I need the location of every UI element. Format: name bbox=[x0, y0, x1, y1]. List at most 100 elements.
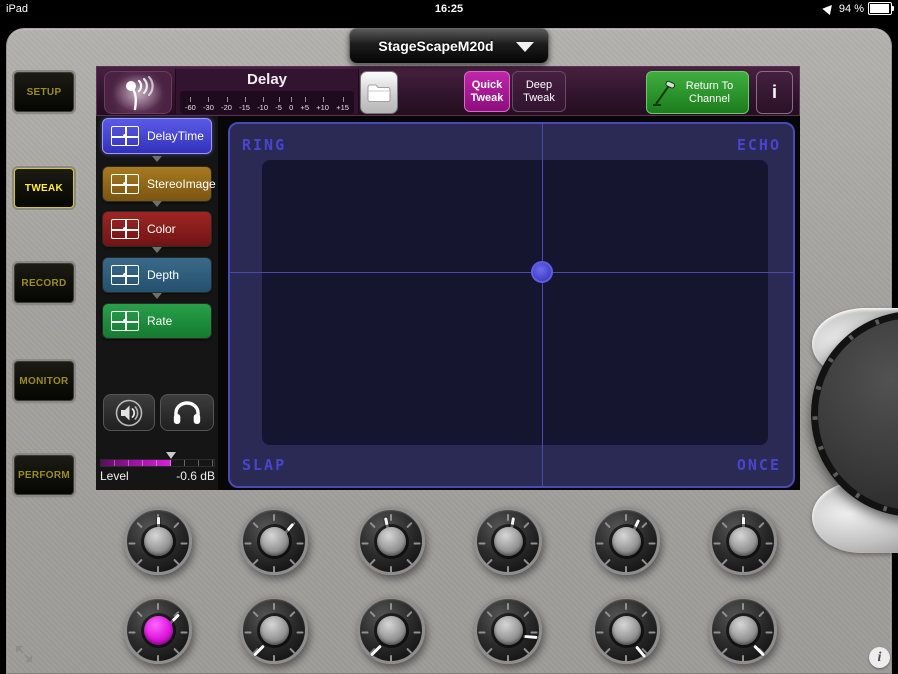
resize-arrows-icon[interactable] bbox=[13, 643, 35, 665]
knob-tick bbox=[390, 566, 392, 573]
pad-corner-slap: SLAP bbox=[242, 456, 286, 474]
knob-r1-c3[interactable] bbox=[357, 507, 425, 575]
folder-icon bbox=[367, 83, 391, 103]
knob-tick bbox=[742, 603, 744, 610]
knob-tick bbox=[245, 543, 252, 545]
param-button-color[interactable]: Color bbox=[102, 211, 212, 247]
scale-tick-label: 0 bbox=[289, 104, 293, 112]
knob-tick bbox=[297, 632, 304, 634]
knob-tick bbox=[479, 543, 486, 545]
knob-tick bbox=[714, 543, 721, 545]
knob-tick bbox=[597, 543, 604, 545]
knob-tick bbox=[721, 559, 727, 565]
param-label: Depth bbox=[147, 268, 179, 282]
knob-r1-c2[interactable] bbox=[240, 507, 308, 575]
preset-folder-button[interactable] bbox=[360, 71, 398, 114]
knob-tick bbox=[362, 543, 369, 545]
sidebar-item-tweak[interactable]: TWEAK bbox=[14, 168, 74, 208]
knob-r2-c5[interactable] bbox=[592, 596, 660, 664]
battery-icon bbox=[868, 2, 892, 15]
knob-cap bbox=[729, 616, 758, 645]
knob-tick bbox=[406, 559, 412, 565]
return-to-channel-button[interactable]: Return To Channel bbox=[646, 71, 749, 114]
knob-tick bbox=[369, 522, 375, 528]
knob-tick bbox=[507, 655, 509, 662]
param-button-delaytime[interactable]: DelayTime bbox=[102, 118, 212, 154]
knob-r2-c2[interactable] bbox=[240, 596, 308, 664]
knob-tick bbox=[523, 559, 529, 565]
knob-tick bbox=[721, 648, 727, 654]
param-button-stereoimage[interactable]: StereoImage bbox=[102, 166, 212, 202]
sidebar-item-setup[interactable]: SETUP bbox=[14, 72, 74, 112]
knob-tick bbox=[362, 632, 369, 634]
knob-tick bbox=[406, 611, 412, 617]
param-separator-arrow-icon bbox=[152, 247, 162, 253]
knob-tick bbox=[486, 611, 492, 617]
tab-quick-tweak[interactable]: Quick Tweak bbox=[464, 71, 510, 112]
knob-cap bbox=[260, 527, 289, 556]
knob-tick bbox=[641, 611, 647, 617]
param-label: Color bbox=[147, 222, 176, 236]
scale-tick-label: -10 bbox=[257, 104, 268, 112]
knob-r2-c3[interactable] bbox=[357, 596, 425, 664]
knob-tick bbox=[181, 632, 188, 634]
knob-r1-c4[interactable] bbox=[474, 507, 542, 575]
knob-tick bbox=[523, 522, 529, 528]
knob-tick bbox=[414, 543, 421, 545]
knob-tick bbox=[129, 632, 136, 634]
param-button-depth[interactable]: Depth bbox=[102, 257, 212, 293]
knob-tick bbox=[173, 648, 179, 654]
knob-r1-c6[interactable] bbox=[709, 507, 777, 575]
level-meter[interactable] bbox=[100, 459, 215, 467]
knob-r1-c5[interactable] bbox=[592, 507, 660, 575]
knob-tick bbox=[414, 632, 421, 634]
gain-scale: -60-30-20-15-10-50+5+10+15 bbox=[180, 91, 354, 114]
scale-tick-label: +15 bbox=[336, 104, 349, 112]
effect-title: Delay bbox=[176, 71, 358, 88]
sidebar-item-perform[interactable]: PERFORM bbox=[14, 455, 74, 495]
location-arrow-icon bbox=[822, 2, 835, 15]
knob-tick bbox=[641, 522, 647, 528]
xy-tweak-pad[interactable]: RING ECHO SLAP ONCE bbox=[228, 122, 795, 488]
device-selector-dropdown[interactable]: StageScapeM20d bbox=[349, 28, 549, 64]
headphones-button[interactable] bbox=[160, 394, 214, 431]
knob-tick bbox=[406, 648, 412, 654]
knob-tick bbox=[245, 632, 252, 634]
level-marker[interactable] bbox=[166, 452, 176, 459]
knob-r2-c6[interactable] bbox=[709, 596, 777, 664]
knob-tick bbox=[129, 543, 136, 545]
knob-tick bbox=[523, 611, 529, 617]
toolbar-info-button[interactable]: i bbox=[756, 71, 793, 114]
battery-percent: 94 % bbox=[839, 3, 864, 15]
knob-tick bbox=[714, 632, 721, 634]
knob-tick bbox=[181, 543, 188, 545]
knob-tick bbox=[369, 559, 375, 565]
knob-tick bbox=[625, 566, 627, 573]
speaker-mute-button[interactable] bbox=[103, 394, 155, 431]
knob-tick bbox=[625, 514, 627, 521]
channel-source-button[interactable] bbox=[104, 71, 172, 114]
xy-grid-icon bbox=[111, 265, 139, 285]
knob-tick bbox=[173, 559, 179, 565]
info-icon: i bbox=[772, 82, 777, 103]
sidebar-item-monitor[interactable]: MONITOR bbox=[14, 361, 74, 401]
sidebar-item-record[interactable]: RECORD bbox=[14, 263, 74, 303]
knob-r1-c1[interactable] bbox=[124, 507, 192, 575]
param-separator-arrow-icon bbox=[152, 293, 162, 299]
knob-r2-c1[interactable] bbox=[124, 596, 192, 664]
knob-tick bbox=[604, 559, 610, 565]
knob-r2-c4[interactable] bbox=[474, 596, 542, 664]
scale-tick-label: +10 bbox=[316, 104, 329, 112]
knob-cap bbox=[612, 527, 641, 556]
knob-tick bbox=[479, 632, 486, 634]
param-button-rate[interactable]: Rate bbox=[102, 303, 212, 339]
knob-tick bbox=[157, 603, 159, 610]
level-value: -0.6 dB bbox=[176, 469, 215, 483]
info-circle-icon[interactable]: i bbox=[869, 647, 890, 668]
jog-wheel[interactable] bbox=[811, 311, 898, 517]
tab-deep-tweak[interactable]: Deep Tweak bbox=[512, 71, 566, 112]
knob-tick bbox=[649, 632, 656, 634]
knob-tick bbox=[625, 655, 627, 662]
knob-tick bbox=[649, 543, 656, 545]
knob-tick bbox=[390, 514, 392, 521]
